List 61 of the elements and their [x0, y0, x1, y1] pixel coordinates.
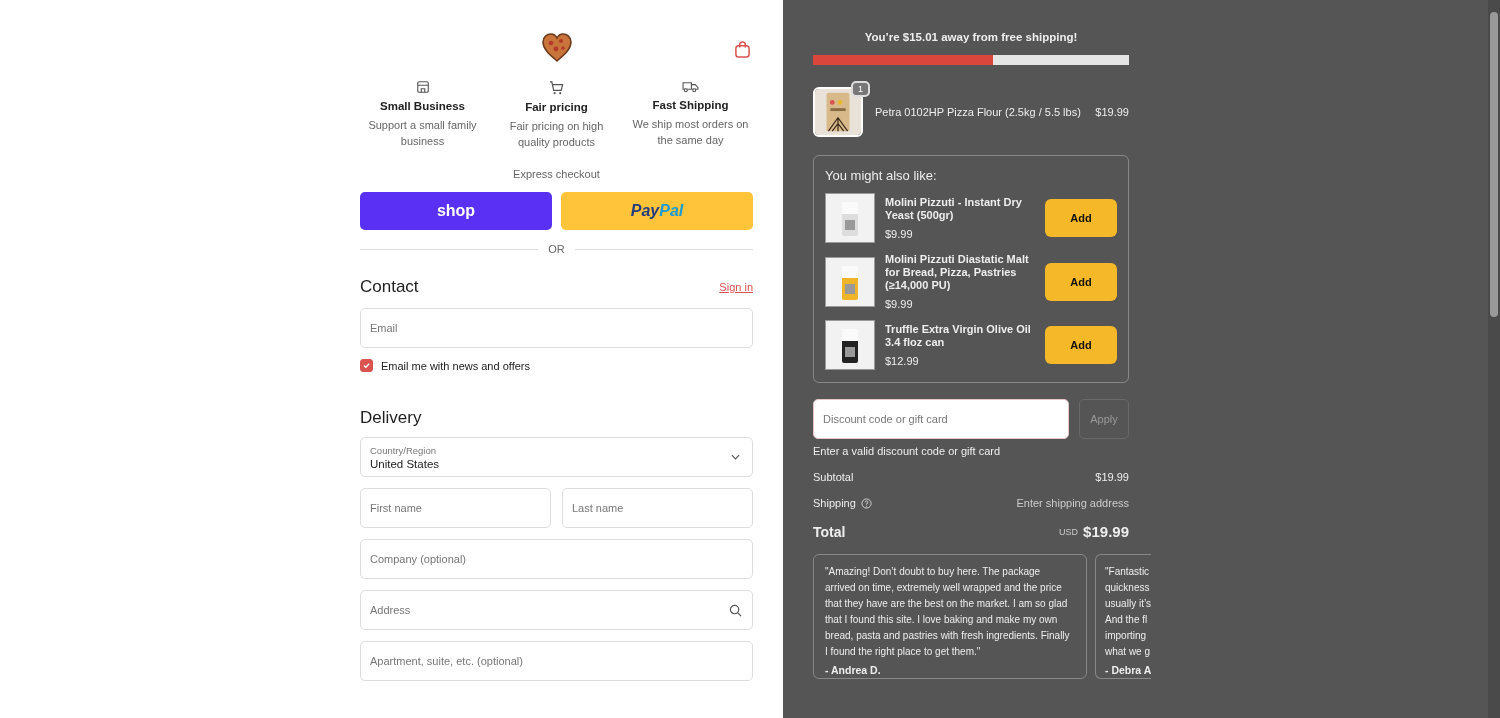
text-field[interactable]: First name	[360, 488, 551, 528]
subtotal-value: $19.99	[1095, 471, 1129, 483]
product-price: $9.99	[885, 228, 914, 240]
total-value: $19.99	[1083, 523, 1129, 540]
feature-title: Fair pricing	[525, 101, 588, 113]
product-price: $19.99	[1095, 106, 1129, 118]
checkbox[interactable]	[360, 359, 373, 372]
section-heading: Contact	[360, 277, 419, 297]
product-price: $12.99	[885, 355, 920, 367]
shipping-label: Shipping	[813, 497, 856, 509]
address-field[interactable]: Address	[360, 590, 753, 630]
paypal-button[interactable]: PayPal	[561, 192, 753, 230]
section-heading: Delivery	[360, 408, 423, 428]
feature-title: Small Business	[380, 100, 465, 112]
add-button[interactable]: Add	[1045, 326, 1117, 364]
product-name: Molini Pizzuti Diastatic Malt for Bread, Pizza, Pastries (≥14,000 PU)	[885, 253, 1030, 292]
shop-pay-button[interactable]: shop	[360, 192, 552, 230]
discount-code-field[interactable]: Discount code or gift card	[813, 399, 1069, 439]
add-button[interactable]: Add	[1045, 199, 1117, 237]
product-price: $9.99	[885, 298, 914, 310]
text-field[interactable]: Company (optional)	[360, 539, 753, 579]
review-text: "Fantastic quickness usually it’s And the fl importing what we g	[1105, 565, 1152, 659]
free-shipping-message: You’re $15.01 away from free shipping!	[864, 31, 1078, 43]
product-name: Molini Pizzuti - Instant Dry Yeast (500gr)	[885, 196, 1023, 222]
feature-description: We ship most orders on the same day	[631, 117, 750, 148]
total-label: Total	[813, 523, 846, 540]
help-icon[interactable]	[860, 497, 872, 509]
review-author: - Debra A	[1105, 664, 1152, 676]
add-button[interactable]: Add	[1045, 262, 1117, 301]
checkbox-label: Email me with news and offers	[381, 359, 530, 372]
select-label: Country/Region	[370, 444, 437, 456]
feature-description: Fair pricing on high quality products	[508, 119, 605, 150]
product-name: Truffle Extra Virgin Olive Oil 3.4 floz can	[885, 323, 1032, 349]
express-checkout-label: Express checkout	[513, 168, 600, 180]
feature-description: Support a small family business	[367, 118, 478, 149]
select-value: United States	[370, 457, 440, 470]
shopping-bag-icon[interactable]	[734, 40, 751, 59]
chevron-down-icon	[731, 454, 740, 460]
text-field[interactable]: Last name	[562, 488, 753, 528]
truck-icon	[682, 80, 699, 93]
error-message: Enter a valid discount code or gift card	[813, 445, 1002, 457]
currency-code: USD	[1059, 526, 1079, 537]
email-field[interactable]: Email	[360, 308, 753, 348]
logo-heart-drawing	[540, 32, 573, 64]
review-text: "Amazing! Don’t doubt to buy here. The package arrived on time, extremely well wrapped and the price that they have are the best on the market. I am so glad that I found this site. I love baking and make my own bread, pasta and pastries with fresh ingredients. Finally I found the right place to get them."	[825, 565, 1071, 659]
shipping-value: Enter shipping address	[1016, 497, 1129, 509]
scrollbar[interactable]	[1488, 0, 1500, 718]
sign-in-link[interactable]: Sign in	[719, 281, 753, 293]
checkmark-icon	[362, 361, 371, 370]
country-select[interactable]: Country/Region United States	[360, 437, 753, 477]
search-icon	[729, 604, 742, 617]
text-field[interactable]: Apartment, suite, etc. (optional)	[360, 641, 753, 681]
upsell-title: You might also like:	[825, 168, 938, 183]
store-icon	[415, 80, 430, 94]
product-name: Petra 0102HP Pizza Flour (2.5kg / 5.5 lbs)	[875, 106, 1082, 118]
subtotal-label: Subtotal	[813, 471, 854, 483]
review-author: - Andrea D.	[825, 664, 882, 676]
quantity-badge: 1	[851, 81, 870, 97]
divider-label: OR	[548, 243, 565, 255]
feature-title: Fast Shipping	[652, 99, 729, 111]
cart-icon	[549, 80, 564, 95]
